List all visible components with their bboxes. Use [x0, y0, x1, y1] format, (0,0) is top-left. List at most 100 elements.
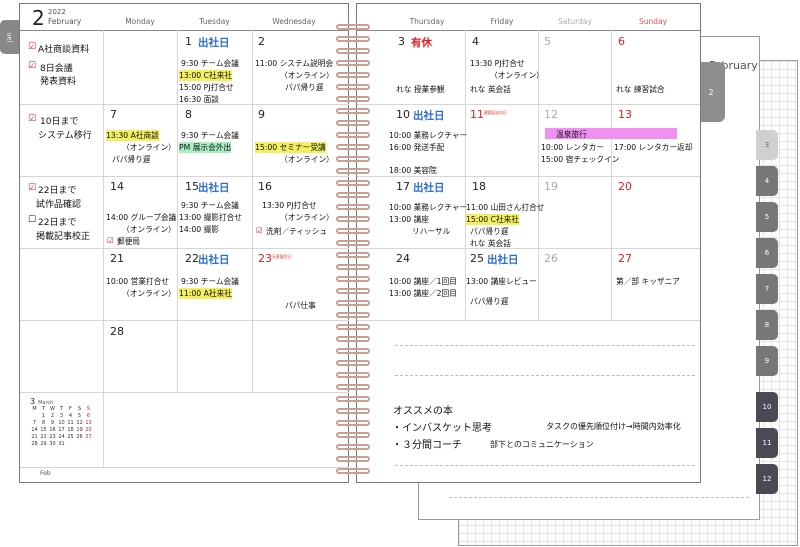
todo-checkbox-icon: ☑ [28, 114, 37, 124]
date-25: 25 [470, 252, 484, 265]
event: 10:00 レンタカー [541, 143, 605, 152]
date-8: 8 [185, 108, 192, 121]
date-15: 15 [185, 180, 199, 193]
todo-item: 8日会議 [40, 64, 73, 74]
holiday-label: 天皇誕生日 [272, 254, 291, 259]
mini-cal-day: 20 [85, 427, 92, 433]
office-day-tag: 出社日 [198, 37, 230, 49]
office-day-tag: 出社日 [413, 110, 445, 122]
mini-cal-weekday: T [59, 406, 64, 412]
event: 13:00 C社来社 [179, 70, 233, 81]
event: 14:00 撮影 [179, 225, 219, 234]
month-tab-5[interactable]: 5 [756, 202, 778, 232]
month-tab-12[interactable]: 12 [756, 464, 778, 494]
mini-cal-weekday: S [77, 406, 82, 412]
todo-checkbox-icon: ☐ [28, 215, 37, 225]
day-header-sun: Sunday [638, 17, 668, 26]
event: 13:00 講座／2回目 [389, 289, 457, 298]
office-day-tag: 出社日 [198, 182, 230, 194]
todo-item: 発表資料 [40, 77, 77, 87]
mini-cal-day: 3 [59, 413, 64, 419]
date-1: 1 [185, 35, 192, 48]
date-3: 3 [398, 35, 405, 48]
date-6: 6 [618, 35, 625, 48]
event: 郵便局 [117, 237, 141, 246]
mini-cal-day: 8 [41, 420, 46, 426]
footer-month-label: Feb [40, 470, 51, 477]
mini-cal-day [75, 441, 84, 448]
mini-cal-day: 21 [31, 434, 38, 440]
date-11: 11 [470, 108, 484, 121]
mini-cal-day: 25 [67, 434, 74, 440]
mini-calendar-grid: M T W T F S S 1 2 3 4 5 6 7 8 9 10 11 12 13 14 15 16 17 18 19 20 21… [30, 406, 100, 448]
month-tab-8[interactable]: 8 [756, 310, 778, 340]
mini-cal-day: 26 [76, 434, 83, 440]
date-21: 21 [110, 252, 124, 265]
todo-checkbox-icon: ☑ [28, 183, 37, 193]
mini-cal-weekday: S [86, 406, 91, 412]
date-14: 14 [110, 180, 124, 193]
month-tab-6[interactable]: 6 [756, 238, 778, 268]
event: 13:00 講座レビュー [466, 277, 537, 286]
event: 11:00 山田さん打合せ [466, 203, 545, 212]
mini-cal-day: 4 [68, 413, 73, 419]
date-9: 9 [258, 108, 265, 121]
event: 14:00 グループ会議 [106, 213, 177, 222]
todo-item: A社商談資料 [38, 45, 90, 55]
todo-checkbox-icon: ☑ [28, 42, 37, 52]
month-number: 2 [32, 6, 45, 30]
mini-cal-day: 14 [31, 427, 38, 433]
mini-cal-weekday: M [32, 406, 37, 412]
day-header-thu: Thursday [409, 17, 445, 26]
event: 15:00 宿チェックイン [541, 155, 620, 164]
date-17: 17 [396, 180, 410, 193]
mini-cal-day: 27 [85, 434, 92, 440]
side-tab-jan[interactable]: Jan [0, 20, 19, 54]
event: れな 授業参観 [396, 85, 445, 94]
notes-item: ・インバスケット思考 [392, 423, 492, 434]
mini-cal-day: 16 [49, 427, 56, 433]
event: 10:00 営業打合せ [106, 277, 170, 286]
event: 16:00 発送手配 [389, 143, 445, 152]
mini-cal-weekday: W [50, 406, 55, 412]
month-tab-3[interactable]: 3 [756, 130, 778, 160]
checkbox-icon: ☑ [256, 226, 263, 235]
date-16: 16 [258, 180, 272, 193]
day-header-sat: Saturday [558, 17, 592, 26]
event: 17:00 レンタカー返却 [614, 143, 693, 152]
back-sheet-tab[interactable]: 2 [697, 62, 725, 122]
date-10: 10 [396, 108, 410, 121]
notes-item-sub: 部下とのコミュニケーション [490, 440, 594, 449]
event: パパ仕事 [285, 301, 316, 310]
event: 10:00 講座／1回目 [389, 277, 457, 286]
todo-item: システム移行 [38, 131, 92, 141]
mini-cal-weekday: F [69, 406, 72, 412]
event: パパ帰り遅 [285, 83, 324, 92]
mini-cal-day: 11 [67, 420, 74, 426]
date-2: 2 [258, 35, 265, 48]
date-24: 24 [396, 252, 410, 265]
mini-cal-day: 31 [58, 441, 65, 447]
month-tab-9[interactable]: 9 [756, 346, 778, 376]
mini-cal-day: 6 [86, 413, 91, 419]
event: 10:00 業務レクチャー [389, 203, 468, 212]
month-tab-10[interactable]: 10 [756, 392, 778, 422]
month-tab-7[interactable]: 7 [756, 274, 778, 304]
todo-item: 10日まで [40, 117, 79, 127]
month-tab-4[interactable]: 4 [756, 166, 778, 196]
todo-item: 掲載記事校正 [36, 232, 91, 242]
event: れな 練習試合 [616, 85, 665, 94]
event: 13:00 撮影打合せ [179, 213, 243, 222]
date-22: 22 [185, 252, 199, 265]
date-4: 4 [472, 35, 479, 48]
mini-cal-day: 1 [41, 413, 46, 419]
event: 15:00 C社来社 [466, 214, 520, 225]
event: パパ帰り遅 [470, 227, 509, 236]
mini-cal-day: 17 [58, 427, 65, 433]
event: 13:00 講座 [389, 215, 429, 224]
date-13: 13 [618, 108, 632, 121]
office-day-tag: 出社日 [198, 254, 230, 266]
month-tab-11[interactable]: 11 [756, 428, 778, 458]
event: 洗剤／ティッシュ [266, 227, 328, 236]
mini-cal-day: 23 [49, 434, 56, 440]
